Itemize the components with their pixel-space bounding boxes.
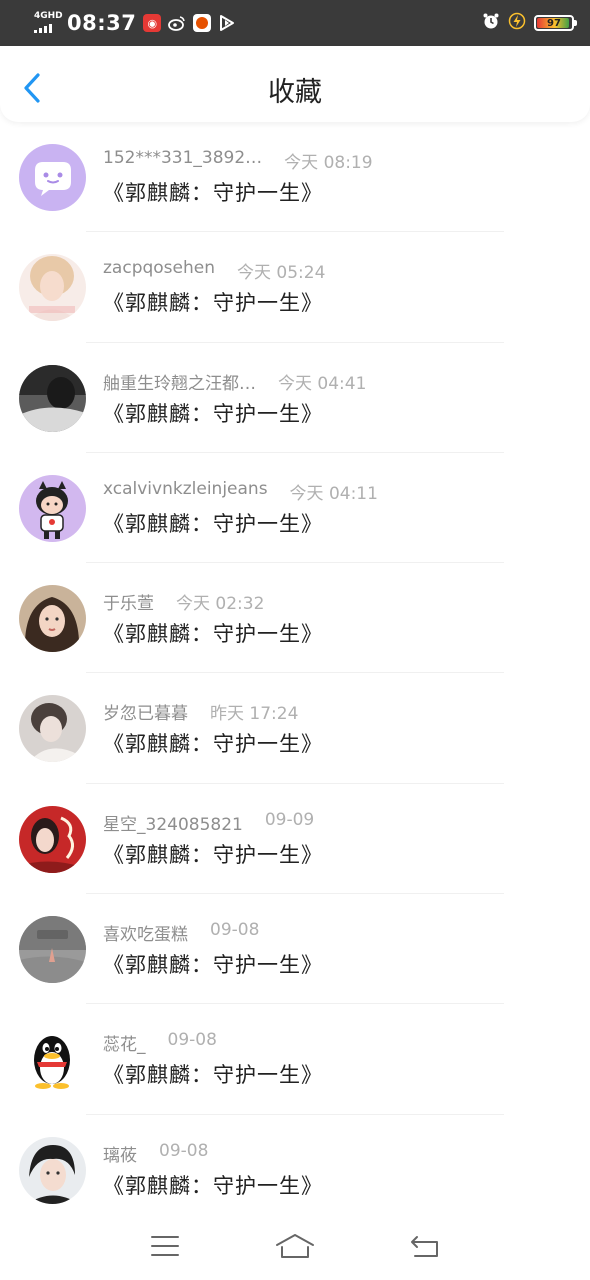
timestamp: 09-08 <box>159 1140 209 1161</box>
app-header: 收藏 <box>0 46 590 122</box>
page-title: 收藏 <box>268 77 322 108</box>
avatar[interactable] <box>19 474 86 542</box>
list-item[interactable]: 璃莜 09-08 《郭麒麟：守护一生》 <box>0 1115 590 1225</box>
favorites-list: 152***331_3892… 今天 08:19 《郭麒麟：守护一生》 zacp… <box>0 122 590 1225</box>
item-meta: 璃莜 09-08 <box>103 1141 208 1166</box>
user-name[interactable]: 岁忽已暮暮 <box>103 699 188 724</box>
list-item[interactable]: zacpqosehen 今天 05:24 《郭麒麟：守护一生》 <box>0 232 590 343</box>
user-name[interactable]: 蕊花_ <box>103 1030 146 1055</box>
timestamp: 今天 02:32 <box>176 594 265 615</box>
list-item[interactable]: 于乐萱 今天 02:32 《郭麒麟：守护一生》 <box>0 563 590 674</box>
play-icon <box>218 14 236 32</box>
back-nav-button[interactable] <box>395 1226 455 1266</box>
item-title[interactable]: 《郭麒麟：守护一生》 <box>103 1059 323 1089</box>
app-notification-icon: ◉ <box>143 14 162 32</box>
avatar[interactable] <box>19 254 86 322</box>
avatar[interactable] <box>19 805 86 873</box>
menu-button[interactable] <box>135 1226 195 1266</box>
item-meta: 于乐萱 今天 02:32 <box>103 589 264 614</box>
item-title[interactable]: 《郭麒麟：守护一生》 <box>103 508 323 538</box>
list-item[interactable]: 岁忽已暮暮 昨天 17:24 《郭麒麟：守护一生》 <box>0 673 590 784</box>
item-meta: 岁忽已暮暮 昨天 17:24 <box>103 699 298 724</box>
timestamp: 今天 04:41 <box>278 373 367 394</box>
app-notification-icon <box>193 14 212 32</box>
item-title[interactable]: 《郭麒麟：守护一生》 <box>103 728 323 758</box>
timestamp: 09-09 <box>264 809 315 830</box>
item-meta: 152***331_3892… 今天 08:19 <box>103 148 373 173</box>
signal-icon: 4GHD <box>32 11 63 34</box>
item-meta: 蕊花_ 09-08 <box>103 1030 217 1055</box>
item-title[interactable]: 《郭麒麟：守护一生》 <box>103 177 323 207</box>
user-name[interactable]: 舳重生玲翹之汪都… <box>103 369 256 394</box>
list-item[interactable]: 星空_324085821 09-09 《郭麒麟：守护一生》 <box>0 784 590 895</box>
item-title[interactable]: 《郭麒麟：守护一生》 <box>103 618 323 648</box>
weibo-icon <box>168 14 186 32</box>
avatar[interactable] <box>19 585 86 653</box>
user-name[interactable]: zacpqosehen <box>103 258 215 283</box>
avatar[interactable] <box>19 364 86 432</box>
status-time: 08:37 <box>67 11 137 35</box>
avatar[interactable] <box>19 695 86 763</box>
timestamp: 09-08 <box>167 1030 217 1051</box>
user-name[interactable]: 星空_324085821 <box>103 810 243 835</box>
battery-level: 97 <box>547 17 561 29</box>
item-title[interactable]: 《郭麒麟：守护一生》 <box>103 398 323 428</box>
user-name[interactable]: 于乐萱 <box>103 589 154 614</box>
charging-icon <box>508 12 526 34</box>
list-item[interactable]: 喜欢吃蛋糕 09-08 《郭麒麟：守护一生》 <box>0 894 590 1005</box>
avatar[interactable] <box>19 144 86 211</box>
avatar[interactable] <box>19 1026 86 1094</box>
timestamp: 09-08 <box>210 920 260 941</box>
item-meta: 星空_324085821 09-09 <box>103 810 314 835</box>
system-nav-bar <box>0 1212 590 1280</box>
list-item[interactable]: 舳重生玲翹之汪都… 今天 04:41 《郭麒麟：守护一生》 <box>0 343 590 453</box>
home-button[interactable] <box>265 1226 325 1266</box>
menu-icon <box>151 1236 179 1256</box>
item-meta: 喜欢吃蛋糕 09-08 <box>103 920 259 945</box>
timestamp: 昨天 17:24 <box>210 704 299 725</box>
item-meta: zacpqosehen 今天 05:24 <box>103 258 325 283</box>
timestamp: 今天 05:24 <box>237 263 326 284</box>
item-meta: 舳重生玲翹之汪都… 今天 04:41 <box>103 369 366 394</box>
item-title[interactable]: 《郭麒麟：守护一生》 <box>103 839 323 869</box>
item-title[interactable]: 《郭麒麟：守护一生》 <box>103 1170 323 1200</box>
list-item[interactable]: 蕊花_ 09-08 《郭麒麟：守护一生》 <box>0 1004 590 1115</box>
back-icon <box>411 1236 438 1257</box>
avatar[interactable] <box>19 1136 86 1204</box>
timestamp: 今天 04:11 <box>289 483 378 504</box>
timestamp: 今天 08:19 <box>284 153 373 173</box>
alarm-icon <box>482 12 500 34</box>
item-title[interactable]: 《郭麒麟：守护一生》 <box>103 949 323 979</box>
avatar[interactable] <box>19 916 86 984</box>
user-name[interactable]: 璃莜 <box>103 1141 137 1166</box>
battery-icon: 97 <box>534 15 577 31</box>
status-bar: 4GHD 08:37 ◉ 97 <box>0 0 590 46</box>
list-item[interactable]: xcalvivnkzleinjeans 今天 04:11 《郭麒麟：守护一生》 <box>0 453 590 564</box>
user-name[interactable]: 喜欢吃蛋糕 <box>103 920 188 945</box>
home-icon <box>276 1234 314 1258</box>
item-meta: xcalvivnkzleinjeans 今天 04:11 <box>103 479 378 504</box>
list-item[interactable]: 152***331_3892… 今天 08:19 《郭麒麟：守护一生》 <box>0 122 590 233</box>
item-title[interactable]: 《郭麒麟：守护一生》 <box>103 287 323 317</box>
network-type: 4GHD <box>34 11 63 21</box>
user-name[interactable]: 152***331_3892… <box>103 148 262 173</box>
user-name[interactable]: xcalvivnkzleinjeans <box>103 479 268 504</box>
